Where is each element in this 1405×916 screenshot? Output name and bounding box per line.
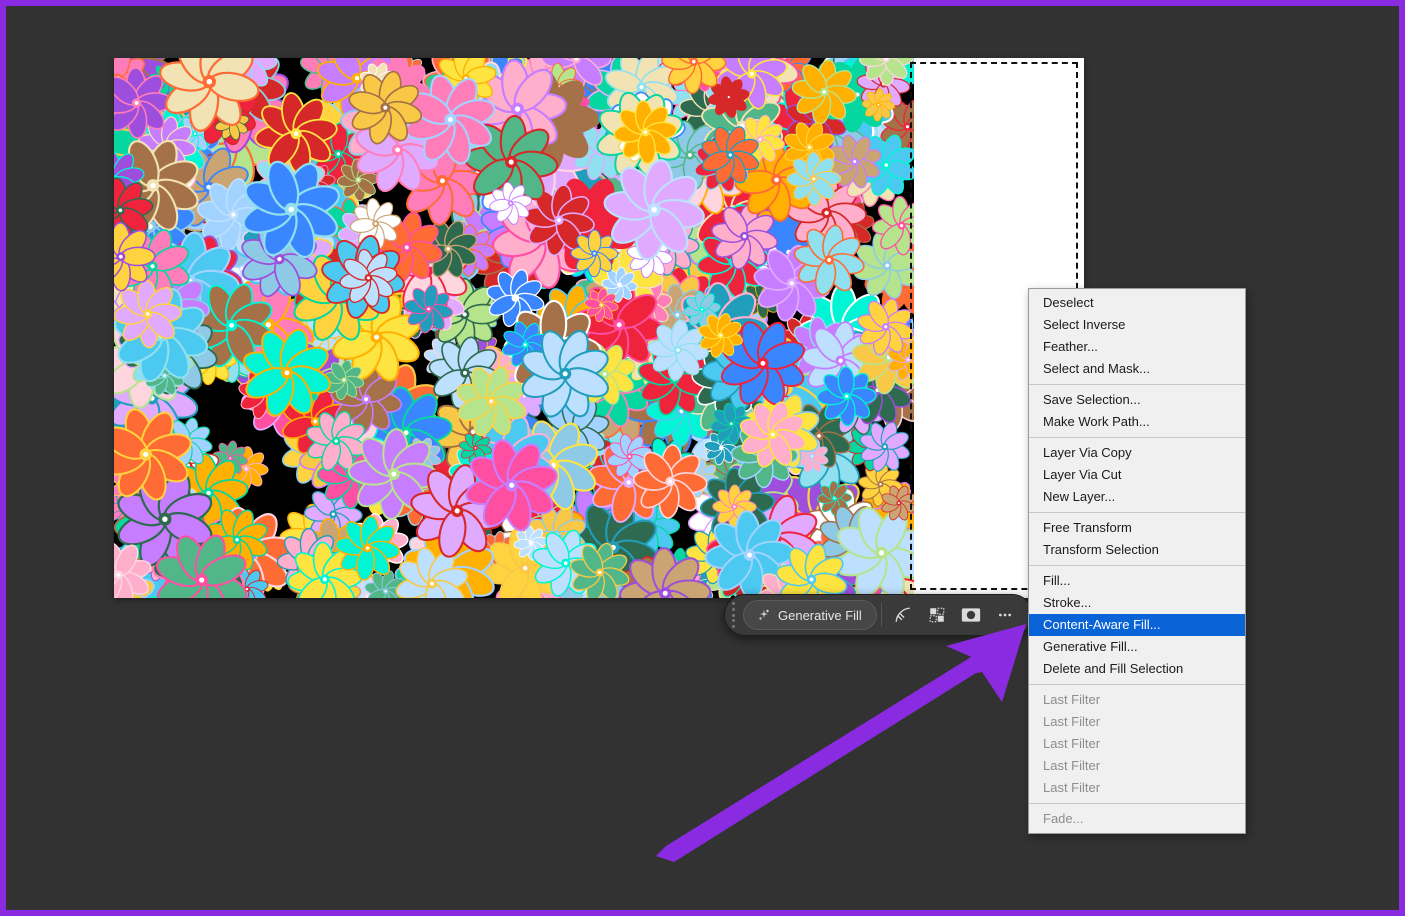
generative-fill-label: Generative Fill: [778, 608, 862, 623]
menu-item-fill[interactable]: Fill...: [1029, 570, 1245, 592]
menu-item-make-work-path[interactable]: Make Work Path...: [1029, 411, 1245, 433]
generative-fill-button[interactable]: Generative Fill: [743, 600, 877, 630]
more-options-icon[interactable]: [988, 600, 1022, 630]
menu-item-last-filter: Last Filter: [1029, 689, 1245, 711]
taskbar-drag-handle[interactable]: [729, 602, 737, 628]
menu-item-fade: Fade...: [1029, 808, 1245, 830]
menu-item-free-transform[interactable]: Free Transform: [1029, 517, 1245, 539]
menu-item-delete-and-fill-selection[interactable]: Delete and Fill Selection: [1029, 658, 1245, 680]
menu-item-content-aware-fill[interactable]: Content-Aware Fill...: [1029, 614, 1245, 636]
subtract-selection-icon[interactable]: [886, 600, 920, 630]
menu-item-last-filter: Last Filter: [1029, 755, 1245, 777]
menu-item-last-filter: Last Filter: [1029, 733, 1245, 755]
divider: [881, 603, 882, 627]
context-menu: DeselectSelect InverseFeather...Select a…: [1028, 288, 1246, 834]
sparkle-icon: [758, 609, 770, 621]
menu-item-layer-via-cut[interactable]: Layer Via Cut: [1029, 464, 1245, 486]
mask-icon[interactable]: [954, 600, 988, 630]
invert-selection-icon[interactable]: [920, 600, 954, 630]
menu-item-select-inverse[interactable]: Select Inverse: [1029, 314, 1245, 336]
menu-item-feather[interactable]: Feather...: [1029, 336, 1245, 358]
menu-item-select-and-mask[interactable]: Select and Mask...: [1029, 358, 1245, 380]
menu-item-transform-selection[interactable]: Transform Selection: [1029, 539, 1245, 561]
contextual-taskbar: Generative Fill: [724, 594, 1033, 636]
menu-item-last-filter: Last Filter: [1029, 777, 1245, 799]
app-frame: Generative Fill: [6, 6, 1399, 910]
image-content: [114, 58, 914, 598]
menu-item-last-filter: Last Filter: [1029, 711, 1245, 733]
document-canvas[interactable]: [114, 58, 1084, 598]
menu-item-new-layer[interactable]: New Layer...: [1029, 486, 1245, 508]
menu-item-stroke[interactable]: Stroke...: [1029, 592, 1245, 614]
menu-item-generative-fill[interactable]: Generative Fill...: [1029, 636, 1245, 658]
menu-item-save-selection[interactable]: Save Selection...: [1029, 389, 1245, 411]
menu-item-layer-via-copy[interactable]: Layer Via Copy: [1029, 442, 1245, 464]
menu-item-deselect[interactable]: Deselect: [1029, 292, 1245, 314]
